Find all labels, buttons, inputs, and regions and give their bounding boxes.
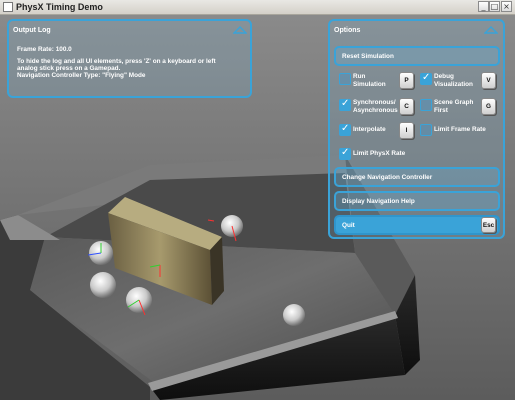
debug-visualization-label: Debug Visualization <box>434 73 473 88</box>
collapse-arrow-icon[interactable] <box>233 26 247 34</box>
reset-simulation-label: Reset Simulation <box>342 53 394 60</box>
display-navigation-help-button[interactable]: Display Navigation Help <box>334 191 500 211</box>
key-v-icon: V <box>481 72 496 89</box>
log-line-hide-ui: To hide the log and all UI elements, pre… <box>17 58 216 65</box>
key-i-icon: I <box>399 122 414 139</box>
quit-button[interactable]: Quit Esc <box>334 215 500 235</box>
key-p-icon: P <box>399 72 414 89</box>
key-c-icon: C <box>399 98 414 115</box>
key-g-icon: G <box>481 98 496 115</box>
run-simulation-checkbox[interactable] <box>339 73 351 85</box>
scene-graph-first-checkbox[interactable] <box>420 99 432 111</box>
output-log-panel: Output Log Frame Rate: 100.0 To hide the… <box>7 19 252 98</box>
minimize-button[interactable]: _ <box>478 1 489 12</box>
log-line-frame-rate: Frame Rate: 100.0 <box>17 46 72 53</box>
limit-frame-rate-checkbox[interactable] <box>420 124 432 136</box>
output-log-title: Output Log <box>13 27 51 34</box>
limit-physx-rate-label: Limit PhysX Rate <box>353 150 406 157</box>
change-navigation-controller-label: Change Navigation Controller <box>342 174 433 181</box>
display-navigation-help-label: Display Navigation Help <box>342 198 415 205</box>
interpolate-checkbox[interactable]: ✓ <box>339 123 351 136</box>
scene-graph-first-label: Scene Graph First <box>434 99 474 114</box>
debug-visualization-checkbox[interactable]: ✓ <box>420 72 432 85</box>
maximize-button[interactable]: □ <box>489 1 500 12</box>
close-button[interactable]: × <box>501 1 512 12</box>
log-line-gamepad: analog stick press on a Gamepad. <box>17 65 121 72</box>
interpolate-label: Interpolate <box>353 126 386 133</box>
synchronous-asynchronous-label: Synchronous/ Asynchronous <box>353 99 398 114</box>
options-panel: Options Reset Simulation Run Simulation … <box>328 19 505 239</box>
window-titlebar: PhysX Timing Demo _ □ × <box>0 0 515 15</box>
run-simulation-label: Run Simulation <box>353 73 386 88</box>
collapse-arrow-icon[interactable] <box>484 26 498 34</box>
options-title: Options <box>334 27 361 34</box>
quit-label: Quit <box>342 222 355 229</box>
key-esc-icon: Esc <box>481 217 496 233</box>
change-navigation-controller-button[interactable]: Change Navigation Controller <box>334 167 500 187</box>
reset-simulation-button[interactable]: Reset Simulation <box>334 46 500 66</box>
app-icon <box>3 2 13 12</box>
limit-frame-rate-label: Limit Frame Rate <box>434 126 486 133</box>
window-title: PhysX Timing Demo <box>16 2 103 12</box>
log-line-nav-type: Navigation Controller Type: "Flying" Mod… <box>17 72 146 79</box>
limit-physx-rate-checkbox[interactable]: ✓ <box>339 147 351 160</box>
synchronous-asynchronous-checkbox[interactable]: ✓ <box>339 98 351 111</box>
